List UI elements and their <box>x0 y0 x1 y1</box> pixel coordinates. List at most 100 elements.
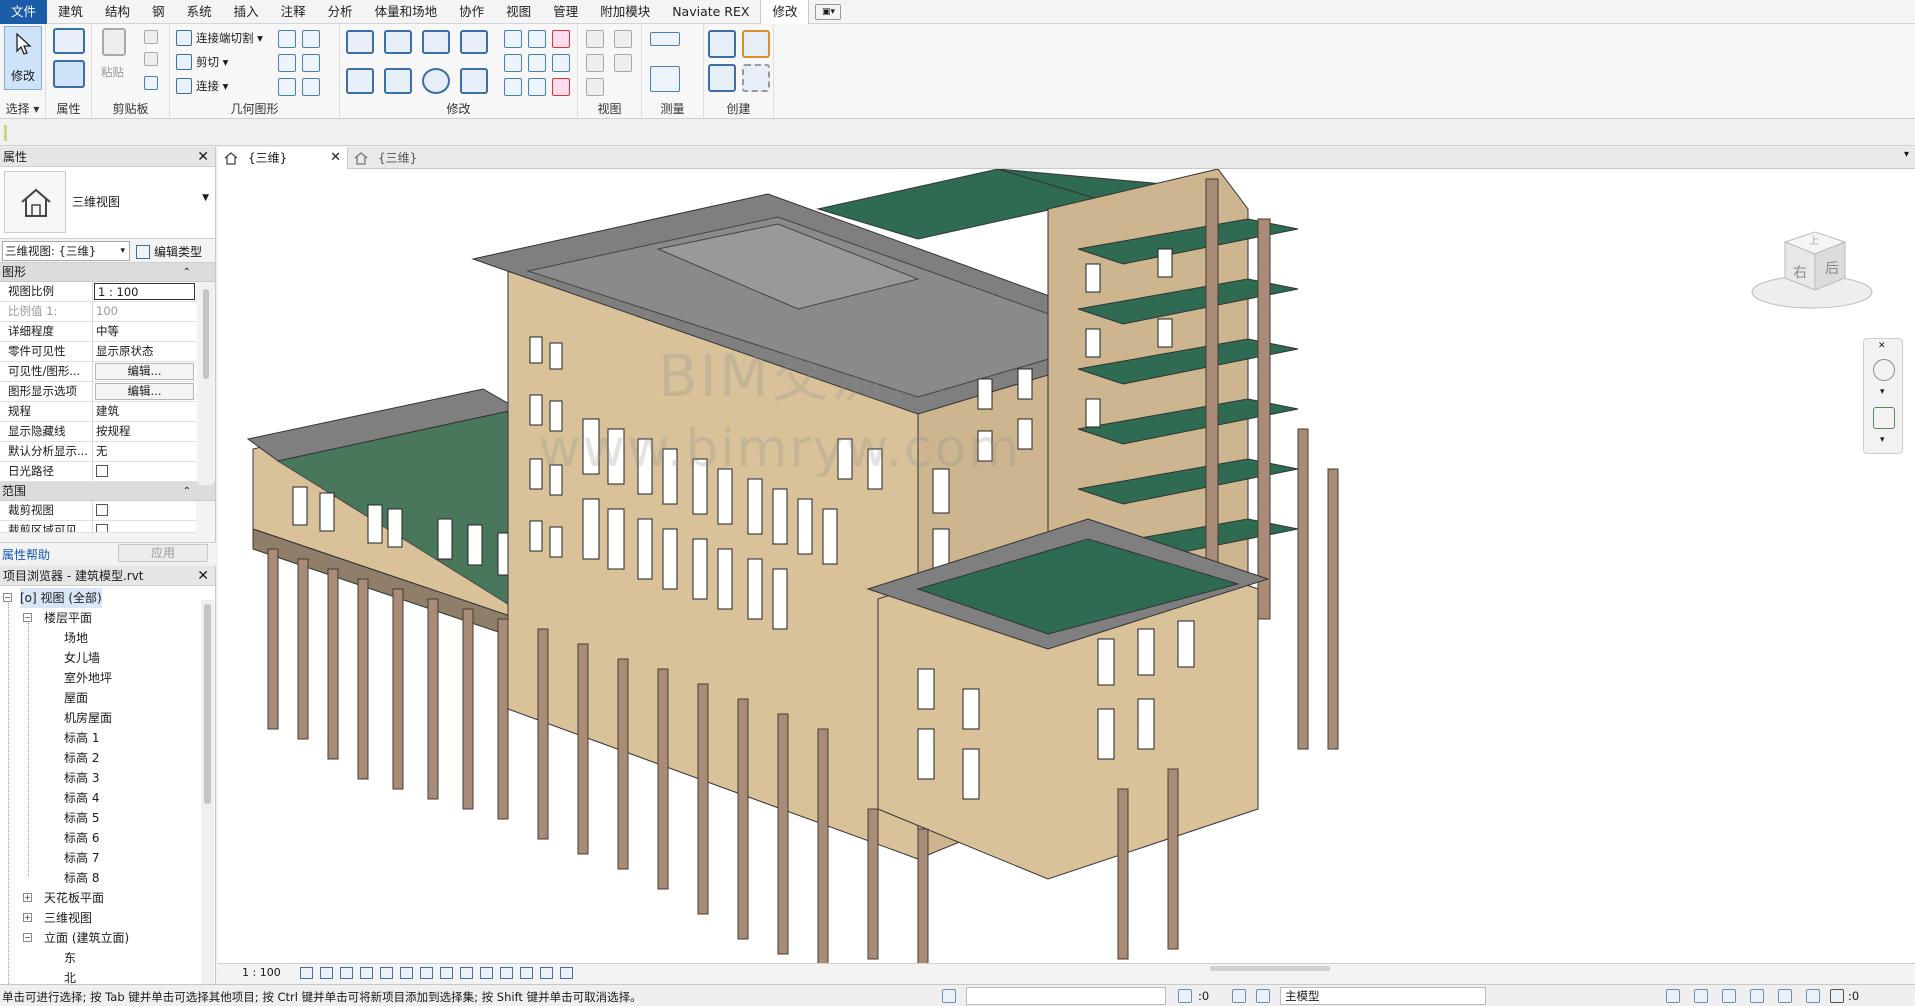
cut-geometry-button[interactable]: 剪切 ▾ <box>176 54 228 70</box>
mirror-axis-icon[interactable] <box>422 30 450 54</box>
collapse-icon[interactable]: ⌃ <box>183 482 191 501</box>
sun-path-checkbox[interactable] <box>96 465 108 477</box>
design-option-dropdown[interactable]: 主模型 <box>1280 987 1486 1005</box>
tab-insert[interactable]: 插入 <box>223 0 270 24</box>
tree-node-views-all[interactable]: − [o] 视图 (全部) <box>0 588 215 608</box>
tree-node-ceiling-plans[interactable]: + 天花板平面 <box>0 888 215 908</box>
tree-node-floor-plans[interactable]: − 楼层平面 <box>0 608 215 628</box>
tree-item-floor-plan[interactable]: 女儿墙 <box>0 648 215 668</box>
constraints-icon[interactable] <box>560 967 573 979</box>
collapse-icon[interactable]: ⌃ <box>183 263 191 282</box>
chevron-down-icon[interactable]: ▼ <box>202 193 209 203</box>
viewcube-face-right[interactable]: 右 <box>1793 262 1807 282</box>
view-scale-field[interactable]: 1 : 100 <box>94 283 195 300</box>
tab-annotate[interactable]: 注释 <box>270 0 317 24</box>
rotate-icon[interactable] <box>422 68 450 94</box>
tab-manage[interactable]: 管理 <box>542 0 589 24</box>
apply-button[interactable]: 应用 <box>118 544 208 562</box>
temp-view-props-icon[interactable] <box>500 967 513 979</box>
tab-massing-site[interactable]: 体量和场地 <box>364 0 449 24</box>
split-face-icon[interactable] <box>278 30 296 48</box>
create-parts-icon[interactable] <box>708 64 736 92</box>
offset-icon[interactable] <box>384 30 412 54</box>
tree-item-floor-plan[interactable]: 标高 6 <box>0 828 215 848</box>
group-graphics[interactable]: 图形 ⌃ <box>0 263 215 282</box>
horizontal-scrollbar[interactable] <box>1210 966 1330 971</box>
tree-node-elevations[interactable]: − 立面 (建筑立面) <box>0 928 215 948</box>
cut-join-button[interactable]: 连接端切割 ▾ <box>176 30 263 46</box>
match-type-icon[interactable] <box>144 76 158 90</box>
view-scale-control[interactable]: 1 : 100 <box>242 966 281 979</box>
ribbon-minimize-toggle[interactable]: ▣▾ <box>815 3 842 20</box>
tree-item-floor-plan[interactable]: 屋面 <box>0 688 215 708</box>
tab-systems[interactable]: 系统 <box>176 0 223 24</box>
prop-row-hidden-lines[interactable]: 显示隐藏线 按规程 <box>0 422 196 442</box>
viewcube[interactable]: 右 后 上 <box>1745 222 1880 312</box>
modify-button[interactable]: 修改 <box>4 26 42 90</box>
tab-architecture[interactable]: 建筑 <box>47 0 94 24</box>
temp-hide-icon[interactable] <box>460 967 473 979</box>
paste-icon[interactable] <box>102 28 126 56</box>
paint-icon[interactable] <box>302 30 320 48</box>
drag-elements-icon[interactable] <box>1778 989 1792 1003</box>
select-underlay-icon[interactable] <box>1694 989 1708 1003</box>
tree-item-floor-plan[interactable]: 场地 <box>0 628 215 648</box>
tab-steel[interactable]: 钢 <box>141 0 176 24</box>
tree-item-floor-plan[interactable]: 标高 7 <box>0 848 215 868</box>
override-graphics-icon[interactable] <box>614 30 632 48</box>
tab-file[interactable]: 文件 <box>0 0 48 24</box>
reveal-hidden-icon[interactable] <box>480 967 493 979</box>
crop-view-checkbox[interactable] <box>96 504 108 516</box>
lock-3d-icon[interactable] <box>440 967 453 979</box>
prop-row-view-scale[interactable]: 视图比例 1 : 100 <box>0 282 196 302</box>
filter-icon[interactable] <box>1830 989 1844 1003</box>
chevron-down-icon[interactable]: ▾ <box>1880 435 1885 445</box>
cut-clip-icon[interactable] <box>144 30 158 44</box>
delete-icon[interactable] <box>552 78 570 96</box>
properties-icon[interactable] <box>53 28 85 54</box>
graphic-display-edit-button[interactable]: 编辑... <box>95 383 194 400</box>
align-icon[interactable] <box>346 30 374 54</box>
select-pinned-icon[interactable] <box>1722 989 1736 1003</box>
tab-analyze[interactable]: 分析 <box>317 0 364 24</box>
sun-path-icon[interactable] <box>340 967 353 979</box>
tree-node-3d-views[interactable]: + 三维视图 <box>0 908 215 928</box>
detail-level-icon[interactable] <box>300 967 313 979</box>
mirror-draw-icon[interactable] <box>460 30 488 54</box>
edit-type-button[interactable]: 编辑类型 <box>136 243 202 260</box>
unpin-icon[interactable] <box>552 30 570 48</box>
browser-scrollbar[interactable] <box>201 600 214 988</box>
tab-addins[interactable]: 附加模块 <box>589 0 661 24</box>
close-tab-icon[interactable]: ✕ <box>330 147 341 169</box>
line-weight-icon[interactable] <box>614 54 632 72</box>
trim-single-icon[interactable] <box>528 78 546 96</box>
select-links-icon[interactable] <box>1666 989 1680 1003</box>
remove-paint-icon[interactable] <box>302 54 320 72</box>
select-by-face-icon[interactable] <box>1750 989 1764 1003</box>
dimension-icon[interactable] <box>650 66 680 92</box>
render-icon[interactable] <box>380 967 393 979</box>
zoom-region-icon[interactable] <box>1873 407 1895 429</box>
tree-item-floor-plan[interactable]: 标高 2 <box>0 748 215 768</box>
view-eraser-icon[interactable] <box>586 78 604 96</box>
type-selector[interactable]: 三维视图 ▼ <box>0 167 215 239</box>
analysis-display-icon[interactable] <box>520 967 533 979</box>
view-tab-3d[interactable]: {三维} <box>348 147 468 169</box>
tab-naviate-rex[interactable]: Naviate REX <box>661 0 760 24</box>
split-element-icon[interactable] <box>504 30 522 48</box>
editable-only-icon[interactable] <box>1178 989 1192 1003</box>
instance-filter-dropdown[interactable]: 三维视图: {三维} ▾ <box>2 241 130 261</box>
workset-dropdown[interactable] <box>966 987 1166 1005</box>
tree-item-floor-plan[interactable]: 标高 5 <box>0 808 215 828</box>
crop-view-icon[interactable] <box>400 967 413 979</box>
tab-collaborate[interactable]: 协作 <box>448 0 495 24</box>
viewcube-face-back[interactable]: 后 <box>1825 258 1839 278</box>
group-extents[interactable]: 范围 ⌃ <box>0 482 215 501</box>
close-properties-icon[interactable]: ✕ <box>197 147 209 167</box>
tree-item-floor-plan[interactable]: 标高 8 <box>0 868 215 888</box>
background-process-icon[interactable] <box>1806 989 1820 1003</box>
hammer-icon[interactable] <box>302 78 320 96</box>
trim-multiple-icon[interactable] <box>504 78 522 96</box>
visibility-edit-button[interactable]: 编辑... <box>95 363 194 380</box>
close-navbar-icon[interactable]: ✕ <box>1878 341 1886 351</box>
